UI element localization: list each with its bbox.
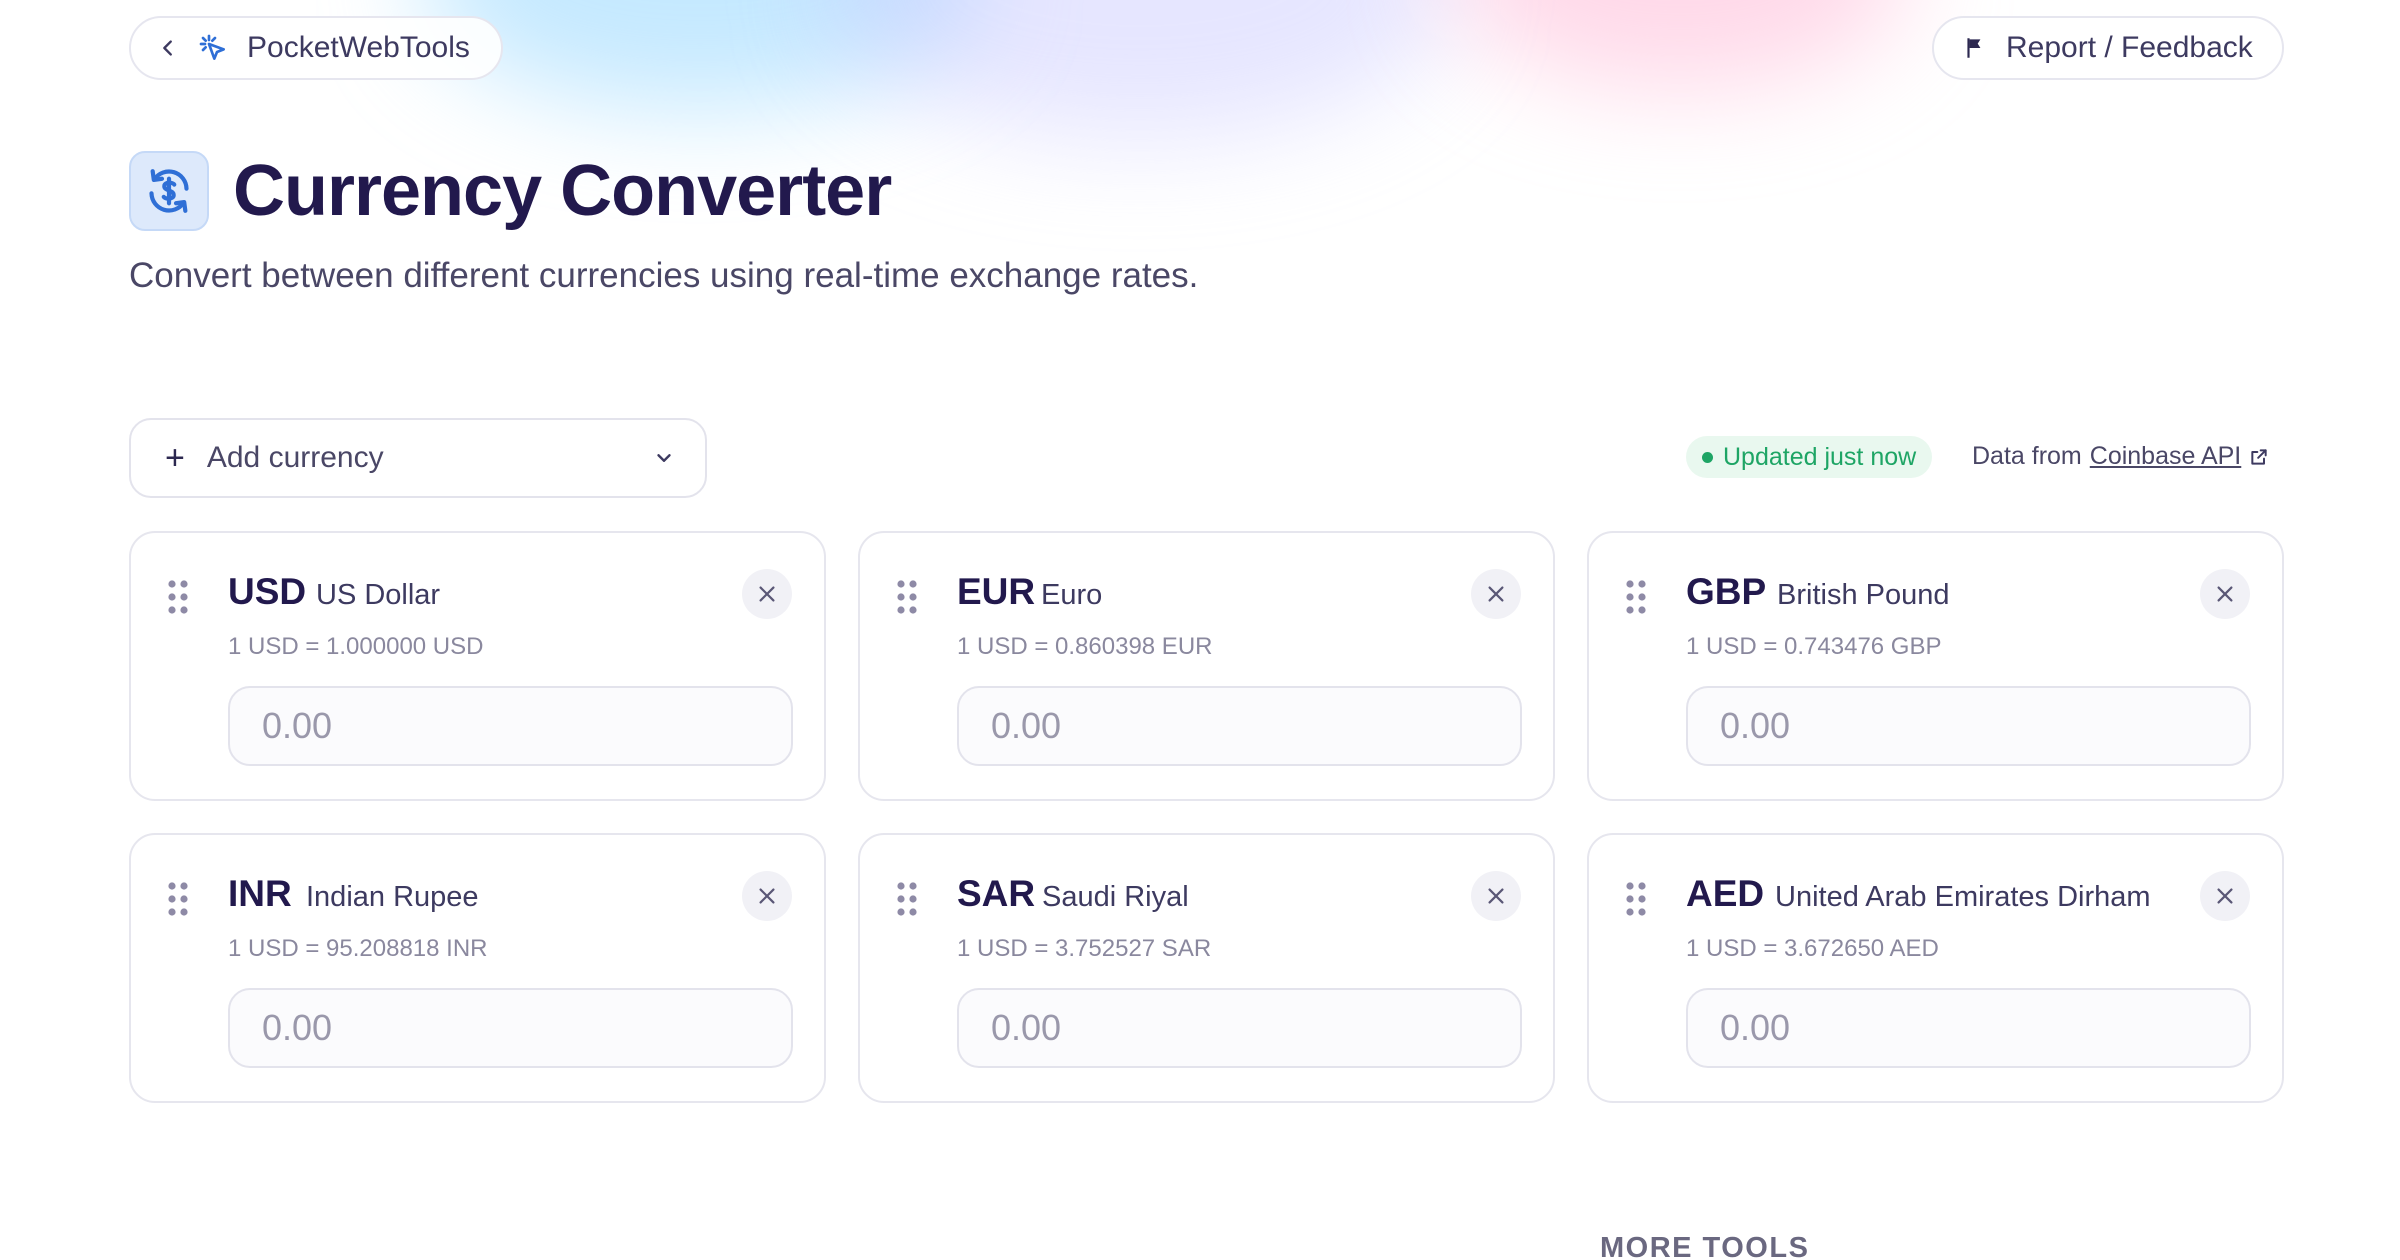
close-icon (2217, 586, 2233, 602)
decorative-glow (830, 0, 1450, 140)
currency-card: AED United Arab Emirates Dirham 1 USD = … (1587, 833, 2284, 1103)
currency-name: United Arab Emirates Dirham (1775, 881, 2151, 913)
exchange-rate: 1 USD = 0.743476 GBP (1686, 633, 1942, 660)
currency-name: US Dollar (316, 579, 441, 611)
exchange-rate: 1 USD = 1.000000 USD (228, 633, 484, 660)
amount-input[interactable] (1686, 988, 2251, 1068)
remove-currency-button[interactable] (742, 569, 792, 619)
remove-currency-button[interactable] (1471, 569, 1521, 619)
data-source: Data from Coinbase API (1972, 442, 2269, 471)
add-currency-label: Add currency (206, 441, 384, 474)
plus-icon: + (165, 438, 185, 477)
amount-input[interactable] (228, 686, 793, 766)
currency-code: SAR (957, 873, 1036, 914)
exchange-rate: 1 USD = 3.752527 SAR (957, 935, 1212, 962)
amount-input[interactable] (1686, 686, 2251, 766)
chevron-left-icon (163, 40, 172, 56)
page-title-row: Currency Converter (129, 150, 892, 232)
status-badge: Updated just now (1686, 436, 1933, 478)
drag-handle-icon[interactable] (167, 579, 189, 615)
back-to-home-button[interactable]: PocketWebTools (129, 16, 503, 80)
decorative-glow (1450, 0, 1910, 90)
drag-handle-icon[interactable] (1625, 579, 1647, 615)
remove-currency-button[interactable] (2200, 569, 2250, 619)
flag-icon (1967, 38, 1981, 58)
cursor-click-icon (199, 34, 225, 60)
currency-code: EUR (957, 571, 1036, 612)
close-icon (759, 586, 775, 602)
remove-currency-button[interactable] (742, 871, 792, 921)
drag-handle-icon[interactable] (1625, 881, 1647, 917)
remove-currency-button[interactable] (1471, 871, 1521, 921)
currency-card: INR Indian Rupee 1 USD = 95.208818 INR (129, 833, 826, 1103)
report-feedback-label: Report / Feedback (2006, 31, 2253, 64)
amount-input[interactable] (957, 686, 1522, 766)
exchange-rate: 1 USD = 95.208818 INR (228, 935, 488, 962)
currency-name: Indian Rupee (306, 881, 479, 913)
currency-code: INR (228, 873, 292, 914)
page-title: Currency Converter (233, 151, 892, 231)
chevron-down-icon (657, 454, 671, 462)
decorative-glow (420, 0, 980, 110)
page: PocketWebTools Report / Feedback Currenc… (0, 0, 2400, 1260)
more-tools-heading: MORE TOOLS (1600, 1232, 1810, 1260)
close-icon (2217, 888, 2233, 904)
currency-name: Saudi Riyal (1042, 881, 1189, 913)
data-source-prefix: Data from (1972, 442, 2082, 470)
currency-code: AED (1686, 873, 1765, 914)
external-link-icon[interactable] (2249, 447, 2269, 467)
exchange-rate: 1 USD = 0.860398 EUR (957, 633, 1213, 660)
currency-name: Euro (1041, 579, 1103, 611)
currency-card: EUR Euro 1 USD = 0.860398 EUR (858, 531, 1555, 801)
amount-input[interactable] (957, 988, 1522, 1068)
report-feedback-button[interactable]: Report / Feedback (1932, 16, 2284, 80)
currency-card: USD US Dollar 1 USD = 1.000000 USD (129, 531, 826, 801)
status-text: Updated just now (1723, 442, 1917, 471)
currency-code: USD (228, 571, 307, 612)
drag-handle-icon[interactable] (167, 881, 189, 917)
currency-name: British Pound (1777, 579, 1950, 611)
brand-name: PocketWebTools (247, 31, 470, 64)
close-icon (1488, 586, 1504, 602)
amount-input[interactable] (228, 988, 793, 1068)
drag-handle-icon[interactable] (896, 881, 918, 917)
close-icon (759, 888, 775, 904)
currency-cards-grid: USD US Dollar 1 USD = 1.000000 USD EUR E… (129, 531, 2284, 1103)
data-source-link[interactable]: Coinbase API (2090, 442, 2242, 471)
currency-card: SAR Saudi Riyal 1 USD = 3.752527 SAR (858, 833, 1555, 1103)
status-dot (1702, 451, 1713, 463)
currency-code: GBP (1686, 571, 1767, 612)
page-subtitle: Convert between different currencies usi… (129, 256, 1199, 295)
currency-exchange-icon (129, 151, 209, 231)
drag-handle-icon[interactable] (896, 579, 918, 615)
exchange-rate: 1 USD = 3.672650 AED (1686, 935, 1939, 962)
currency-card: GBP British Pound 1 USD = 0.743476 GBP (1587, 531, 2284, 801)
add-currency-dropdown[interactable]: + Add currency (129, 418, 707, 498)
close-icon (1488, 888, 1504, 904)
remove-currency-button[interactable] (2200, 871, 2250, 921)
